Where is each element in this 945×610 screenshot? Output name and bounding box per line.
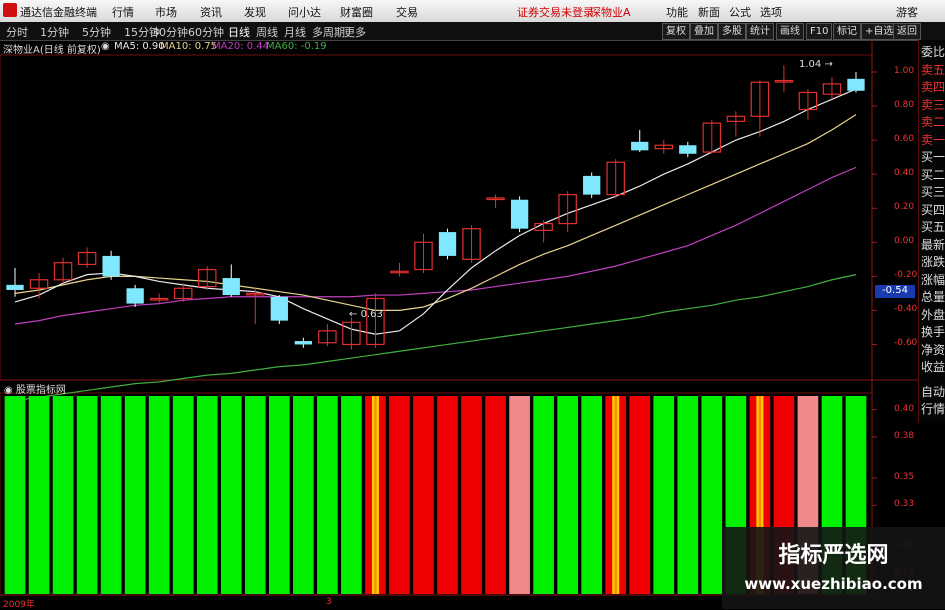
indicator-bar [148, 396, 170, 594]
xaxis-month: 3 [326, 597, 332, 607]
side-panel-item[interactable]: 买五 [921, 221, 945, 234]
indicator-bar [100, 396, 122, 594]
indicator-bar [557, 396, 578, 594]
candle-body [847, 78, 865, 91]
watermark: 指标严选网 www.xuezhibiao.com [722, 527, 945, 609]
xaxis-year: 2009年 [3, 600, 35, 610]
indicator-bar [196, 396, 218, 594]
side-panel-item[interactable]: 卖四 [921, 81, 945, 94]
indicator-bar [124, 396, 146, 594]
indicator-bar [317, 396, 338, 594]
side-panel-item[interactable]: 委比 [921, 46, 945, 59]
quote-label[interactable]: 行情 [921, 403, 945, 416]
indicator-title-row: ◉ 股票指标网 [4, 381, 66, 396]
candle-body [294, 341, 312, 345]
side-panel-item[interactable]: 外盘 [921, 308, 945, 322]
price-axis-tick: 0.00 [894, 236, 915, 247]
indicator-bar [653, 396, 675, 594]
side-panel-item[interactable]: 涨幅 [921, 273, 945, 287]
side-panel-item[interactable]: 卖五 [921, 63, 945, 77]
indicator-bar [172, 396, 194, 594]
side-panel-item[interactable]: 买二 [921, 168, 945, 182]
side-panel-item[interactable]: 卖一 [921, 133, 945, 147]
candle-body [679, 145, 697, 154]
indicator-bar [581, 396, 603, 594]
indicator-bar [4, 396, 26, 594]
high-annotation: 1.04 → [799, 59, 833, 70]
candle-body [631, 141, 649, 151]
side-panel-item[interactable]: 卖三 [921, 98, 945, 112]
indicator-bar [28, 396, 50, 594]
indicator-bar [509, 396, 530, 594]
indicator-bar [76, 396, 98, 594]
auto-label[interactable]: 自动 [921, 386, 945, 399]
quote-side-panel: 委比卖五卖四卖三卖二卖一买一买二买三买四买五最新涨跌涨幅总量外盘换手净资收益 [918, 40, 945, 400]
price-axis: 1.00 0.80 0.60 0.40 0.20 0.00 -0.20 -0.40 -0.60 [872, 55, 918, 380]
indicator-title: 股票指标网 [15, 385, 66, 396]
candle-body [583, 175, 601, 195]
indicator-axis-tick: 0.40 [894, 403, 915, 414]
indicator-marker-core [614, 396, 617, 594]
indicator-axis-tick: 0.35 [894, 471, 915, 482]
side-panel-item[interactable]: 净资 [921, 343, 945, 357]
price-axis-tick: 0.20 [894, 202, 915, 213]
watermark-url: www.xuezhibiao.com [744, 575, 923, 593]
side-panel-item[interactable]: 涨跌 [921, 256, 945, 269]
candle-body [6, 284, 24, 290]
price-axis-tick: -0.40 [894, 304, 918, 315]
indicator-bar [461, 396, 482, 594]
current-price-tag: -0.54 [875, 285, 915, 298]
candle-body [102, 255, 120, 277]
indicator-toggle-icon[interactable]: ◉ [4, 385, 13, 396]
indicator-bar [533, 396, 554, 594]
indicator-axis-tick: 0.33 [894, 499, 915, 510]
side-panel-item[interactable]: 总量 [921, 291, 945, 304]
indicator-bar [389, 396, 410, 594]
low-annotation: ← 0.63 [349, 309, 383, 320]
indicator-axis-tick: 0.38 [894, 430, 915, 441]
indicator-bar [701, 396, 723, 594]
indicator-bar [413, 396, 434, 594]
indicator-bar [220, 396, 242, 594]
indicator-bar [437, 396, 458, 594]
side-panel-item[interactable]: 收益 [921, 361, 945, 374]
price-axis-tick: 0.60 [894, 134, 915, 145]
side-panel-item[interactable]: 买四 [921, 203, 945, 217]
side-panel-item[interactable]: 最新 [921, 238, 945, 252]
side-panel-item[interactable]: 买三 [921, 186, 945, 199]
side-panel-item[interactable]: 换手 [921, 326, 945, 339]
indicator-bar [244, 396, 266, 594]
candle-body [270, 296, 288, 321]
indicator-marker-core [374, 396, 377, 594]
indicator-bar [485, 396, 506, 594]
side-panel-item[interactable]: 买一 [921, 151, 945, 164]
price-axis-tick: -0.60 [894, 338, 918, 349]
auto-panel: 自动 行情 [918, 383, 945, 423]
indicator-bar [677, 396, 699, 594]
indicator-bar [268, 396, 290, 594]
ma10-line [14, 114, 857, 312]
price-axis-tick: -0.20 [894, 270, 918, 281]
watermark-title: 指标严选网 [778, 543, 889, 568]
candle-body [222, 278, 240, 296]
indicator-bar [629, 396, 651, 594]
price-axis-tick: 1.00 [894, 66, 915, 77]
candle-body [438, 232, 457, 256]
price-axis-tick: 0.80 [894, 100, 915, 111]
indicator-bar [52, 396, 74, 594]
indicator-bar [293, 396, 314, 594]
candle-body [510, 199, 529, 229]
main-panel-frame [0, 54, 873, 381]
price-axis-tick: 0.40 [894, 168, 915, 179]
candle-body [126, 288, 144, 304]
indicator-bar [341, 396, 362, 594]
side-panel-item[interactable]: 卖二 [921, 116, 945, 129]
kline-chart[interactable] [0, 0, 945, 609]
